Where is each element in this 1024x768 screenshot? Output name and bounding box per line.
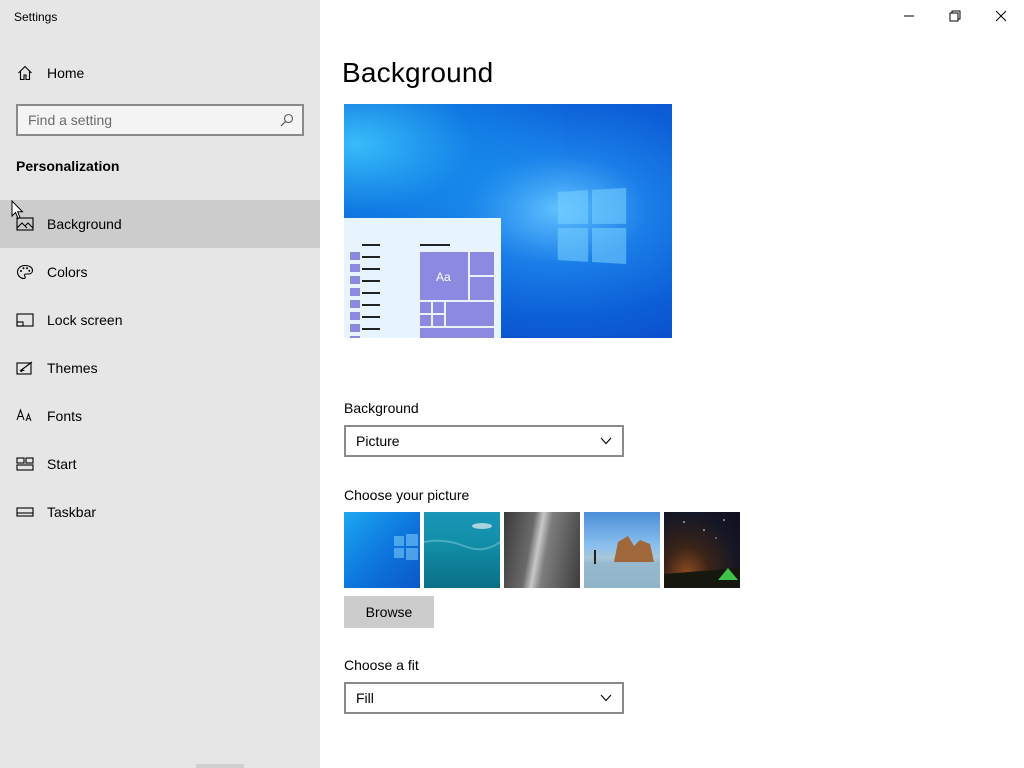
chevron-down-icon	[600, 437, 612, 445]
sidebar-item-background[interactable]: Background	[0, 200, 320, 248]
restore-button[interactable]	[932, 0, 978, 32]
home-label: Home	[47, 65, 85, 81]
sidebar-item-taskbar[interactable]: Taskbar	[0, 488, 320, 536]
windows-logo-icon	[557, 187, 629, 266]
search-input[interactable]	[18, 106, 276, 134]
picture-thumbnail-night-sky-tent[interactable]	[664, 512, 740, 588]
windows-logo-icon	[394, 534, 418, 560]
background-type-value: Picture	[356, 433, 400, 449]
picture-thumbnail-windows-default[interactable]	[344, 512, 420, 588]
sidebar-item-label: Lock screen	[47, 312, 123, 328]
search-box[interactable]	[16, 104, 304, 136]
sidebar-item-label: Colors	[47, 264, 88, 280]
preview-text-lines	[362, 244, 380, 338]
sidebar-item-themes[interactable]: Themes	[0, 344, 320, 392]
sidebar-item-start[interactable]: Start	[0, 440, 320, 488]
sidebar-item-label: Themes	[47, 360, 98, 376]
sidebar: Settings Home Personalization Background…	[0, 0, 320, 768]
section-title: Personalization	[16, 158, 120, 174]
close-button[interactable]	[978, 0, 1024, 32]
sidebar-item-label: Background	[47, 216, 122, 232]
app-title: Settings	[14, 10, 58, 24]
browse-button[interactable]: Browse	[344, 596, 434, 628]
search-icon[interactable]	[280, 113, 294, 127]
chevron-down-icon	[600, 694, 612, 702]
taskbar-icon	[16, 507, 34, 517]
restore-icon	[949, 10, 961, 22]
sidebar-item-colors[interactable]: Colors	[0, 248, 320, 296]
choose-fit-label: Choose a fit	[344, 657, 419, 673]
picture-thumbnail-underwater[interactable]	[424, 512, 500, 588]
preview-start-menu: Aa	[344, 218, 501, 338]
fonts-icon	[16, 408, 32, 422]
fit-value: Fill	[356, 690, 374, 706]
picture-thumbnail-beach-rocks[interactable]	[584, 512, 660, 588]
choose-picture-label: Choose your picture	[344, 487, 470, 503]
scroll-indicator	[196, 764, 244, 768]
sidebar-item-label: Fonts	[47, 408, 83, 424]
beach-rocks-image	[584, 536, 660, 588]
sidebar-item-fonts[interactable]: Fonts	[0, 392, 320, 440]
sidebar-item-label: Taskbar	[47, 504, 97, 520]
mouse-cursor-icon	[11, 200, 24, 220]
home-icon	[18, 65, 32, 81]
preview-large-tile: Aa	[420, 252, 468, 300]
close-icon	[995, 10, 1007, 22]
sidebar-item-label: Start	[47, 456, 77, 472]
minimize-icon	[904, 15, 914, 17]
fit-dropdown[interactable]: Fill	[344, 682, 624, 714]
page-title: Background	[342, 57, 494, 88]
start-icon	[16, 457, 34, 471]
minimize-button[interactable]	[886, 0, 932, 32]
preview-header-line	[420, 244, 450, 246]
picture-thumbnail-waterfall[interactable]	[504, 512, 580, 588]
preview-tile-label: Aa	[436, 270, 451, 284]
background-preview: Aa	[344, 104, 672, 338]
night-sky-image	[664, 519, 740, 588]
preview-app-list	[350, 252, 360, 338]
lock-screen-icon	[16, 313, 34, 327]
themes-icon	[16, 361, 33, 375]
home-nav-item[interactable]: Home	[0, 56, 320, 90]
background-type-dropdown[interactable]: Picture	[344, 425, 624, 457]
preview-tiles: Aa	[420, 252, 494, 338]
swimmer-image	[424, 523, 500, 551]
background-type-label: Background	[344, 400, 419, 416]
sidebar-item-lock-screen[interactable]: Lock screen	[0, 296, 320, 344]
palette-icon	[16, 264, 34, 280]
